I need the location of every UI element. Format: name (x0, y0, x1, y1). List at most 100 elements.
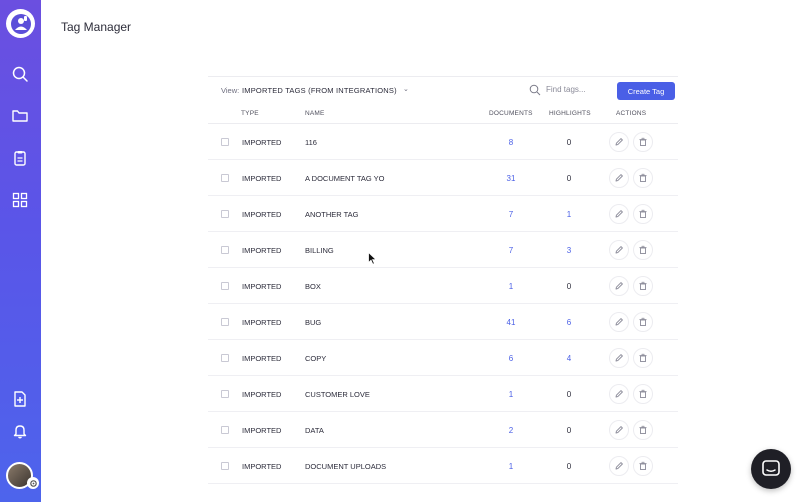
row-checkbox[interactable] (221, 462, 229, 470)
row-type: IMPORTED (242, 138, 282, 147)
row-highlights[interactable]: 6 (554, 318, 584, 327)
page-title: Tag Manager (61, 20, 132, 34)
delete-icon[interactable] (633, 348, 653, 368)
delete-icon[interactable] (633, 168, 653, 188)
delete-icon[interactable] (633, 276, 653, 296)
row-checkbox[interactable] (221, 174, 229, 182)
row-checkbox[interactable] (221, 282, 229, 290)
edit-icon[interactable] (609, 132, 629, 152)
folder-icon[interactable] (10, 106, 30, 126)
edit-icon[interactable] (609, 312, 629, 332)
dashboard-icon[interactable] (10, 190, 30, 210)
row-checkbox[interactable] (221, 390, 229, 398)
add-doc-icon[interactable] (10, 389, 30, 409)
delete-icon[interactable] (633, 420, 653, 440)
settings-gear-icon[interactable] (27, 477, 39, 489)
row-highlights: 0 (566, 174, 572, 183)
delete-icon[interactable] (633, 204, 653, 224)
row-checkbox[interactable] (221, 138, 229, 146)
row-type: IMPORTED (242, 462, 282, 471)
row-highlights[interactable]: 3 (554, 246, 584, 255)
delete-icon[interactable] (633, 132, 653, 152)
edit-icon[interactable] (609, 168, 629, 188)
column-type[interactable]: TYPE (241, 110, 259, 117)
row-documents-link[interactable]: 1 (496, 462, 526, 471)
row-documents-link[interactable]: 8 (496, 138, 526, 147)
delete-icon[interactable] (633, 312, 653, 332)
table-row[interactable]: IMPORTED COPY 6 4 (208, 340, 678, 376)
table-row[interactable]: IMPORTED DATA 2 0 (208, 412, 678, 448)
column-documents[interactable]: DOCUMENTS (489, 110, 533, 117)
edit-icon[interactable] (609, 420, 629, 440)
row-name: COPY (305, 354, 327, 363)
table-row[interactable]: IMPORTED BOX 1 0 (208, 268, 678, 304)
row-highlights[interactable]: 4 (554, 354, 584, 363)
table-row[interactable]: IMPORTED BILLING 7 3 (208, 232, 678, 268)
row-name: DATA (305, 426, 324, 435)
row-highlights: 0 (566, 282, 572, 291)
row-documents-link[interactable]: 31 (496, 174, 526, 183)
table-body: IMPORTED 116 8 0 IMPORTED A DOCUMENT TAG YO 31… (208, 124, 678, 484)
logo-icon (10, 13, 31, 34)
edit-icon[interactable] (609, 204, 629, 224)
clipboard-icon[interactable] (10, 148, 30, 168)
row-name: ANOTHER TAG (305, 210, 359, 219)
row-highlights: 0 (566, 138, 572, 147)
row-documents-link[interactable]: 6 (496, 354, 526, 363)
row-checkbox[interactable] (221, 210, 229, 218)
row-type: IMPORTED (242, 282, 282, 291)
view-select[interactable]: IMPORTED TAGS (FROM INTEGRATIONS) (242, 86, 397, 95)
row-documents-link[interactable]: 1 (496, 390, 526, 399)
chat-icon (762, 460, 780, 476)
view-label: View: (221, 86, 240, 95)
row-type: IMPORTED (242, 174, 282, 183)
table-row[interactable]: IMPORTED CUSTOMER LOVE 1 0 (208, 376, 678, 412)
row-name: A DOCUMENT TAG YO (305, 174, 385, 183)
edit-icon[interactable] (609, 276, 629, 296)
row-checkbox[interactable] (221, 318, 229, 326)
delete-icon[interactable] (633, 456, 653, 476)
row-type: IMPORTED (242, 390, 282, 399)
app-logo[interactable] (6, 9, 35, 38)
bell-icon[interactable] (10, 421, 30, 441)
chat-launcher-button[interactable] (751, 449, 791, 489)
row-type: IMPORTED (242, 426, 282, 435)
edit-icon[interactable] (609, 384, 629, 404)
row-name: CUSTOMER LOVE (305, 390, 370, 399)
edit-icon[interactable] (609, 348, 629, 368)
delete-icon[interactable] (633, 384, 653, 404)
row-checkbox[interactable] (221, 246, 229, 254)
chevron-down-icon[interactable]: ⌄ (403, 85, 409, 93)
row-documents-link[interactable]: 7 (496, 210, 526, 219)
row-documents-link[interactable]: 2 (496, 426, 526, 435)
edit-icon[interactable] (609, 240, 629, 260)
table-row[interactable]: IMPORTED ANOTHER TAG 7 1 (208, 196, 678, 232)
row-documents-link[interactable]: 41 (496, 318, 526, 327)
row-name: DOCUMENT UPLOADS (305, 462, 387, 471)
create-tag-button[interactable]: Create Tag (617, 82, 675, 100)
row-highlights[interactable]: 1 (554, 210, 584, 219)
edit-icon[interactable] (609, 456, 629, 476)
table-row[interactable]: IMPORTED A DOCUMENT TAG YO 31 0 (208, 160, 678, 196)
row-checkbox[interactable] (221, 426, 229, 434)
row-name: BOX (305, 282, 321, 291)
table-row[interactable]: IMPORTED 116 8 0 (208, 124, 678, 160)
column-name[interactable]: NAME (305, 110, 325, 117)
row-highlights: 0 (566, 426, 572, 435)
row-documents-link[interactable]: 7 (496, 246, 526, 255)
toolbar: View: IMPORTED TAGS (FROM INTEGRATIONS) … (208, 77, 678, 103)
row-checkbox[interactable] (221, 354, 229, 362)
tags-panel: View: IMPORTED TAGS (FROM INTEGRATIONS) … (208, 76, 678, 484)
table-row[interactable]: IMPORTED BUG 41 6 (208, 304, 678, 340)
sidebar (0, 0, 41, 502)
search-icon (529, 84, 541, 96)
table-row[interactable]: IMPORTED DOCUMENT UPLOADS 1 0 (208, 448, 678, 484)
mouse-cursor-icon (368, 252, 377, 265)
column-highlights[interactable]: HIGHLIGHTS (549, 110, 591, 117)
search-input[interactable] (546, 82, 612, 97)
row-documents-link[interactable]: 1 (496, 282, 526, 291)
delete-icon[interactable] (633, 240, 653, 260)
row-type: IMPORTED (242, 354, 282, 363)
search-icon[interactable] (10, 64, 30, 84)
column-actions: ACTIONS (616, 110, 647, 117)
